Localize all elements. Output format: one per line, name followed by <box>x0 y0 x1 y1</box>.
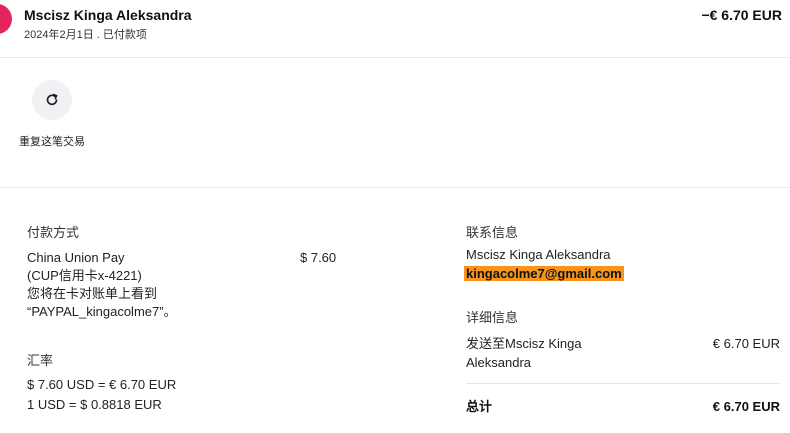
sent-amount: € 6.70 EUR <box>712 336 780 351</box>
actions-bar: 重复这笔交易 <box>0 58 790 188</box>
payment-method-details: China Union Pay (CUP信用卡x-4221) 您将在卡对账单上看… <box>27 249 177 321</box>
transaction-header: Mscisz Kinga Aleksandra 2024年2月1日 . 已付款项… <box>0 0 790 58</box>
divider <box>466 383 780 384</box>
sent-to-line: 发送至Mscisz Kinga <box>466 336 582 351</box>
refresh-icon <box>46 93 58 106</box>
payment-method-line: China Union Pay <box>27 250 125 265</box>
total-label: 总计 <box>466 399 493 414</box>
exchange-rate-line: $ 7.60 USD = € 6.70 EUR <box>27 377 177 392</box>
contact-email-wrapper: kingacolme7@gmail.com <box>464 265 624 283</box>
avatar <box>0 4 12 34</box>
payment-amount: $ 7.60 <box>300 250 337 265</box>
payment-method-title: 付款方式 <box>27 225 80 240</box>
contact-email[interactable]: kingacolme7@gmail.com <box>464 266 624 281</box>
repeat-transaction-button[interactable] <box>32 80 72 120</box>
exchange-rate-line: 1 USD = $ 0.8818 EUR <box>27 397 162 412</box>
payment-method-line: “PAYPAL_kingacolme7”。 <box>27 304 177 319</box>
contact-name: Mscisz Kinga Aleksandra <box>466 247 611 262</box>
details-title: 详细信息 <box>466 310 519 325</box>
transaction-amount: −€ 6.70 EUR <box>701 7 782 23</box>
exchange-rate-title: 汇率 <box>27 353 54 368</box>
repeat-transaction-label[interactable]: 重复这笔交易 <box>18 134 86 150</box>
transaction-date-status: 2024年2月1日 . 已付款项 <box>24 29 147 41</box>
sent-to-line: Aleksandra <box>466 355 532 370</box>
total-amount: € 6.70 EUR <box>712 399 780 414</box>
payment-method-line: 您将在卡对账单上看到 <box>27 286 158 301</box>
merchant-name: Mscisz Kinga Aleksandra <box>24 7 192 23</box>
payment-method-line: (CUP信用卡x-4221) <box>27 268 142 283</box>
contact-info-title: 联系信息 <box>466 225 519 240</box>
